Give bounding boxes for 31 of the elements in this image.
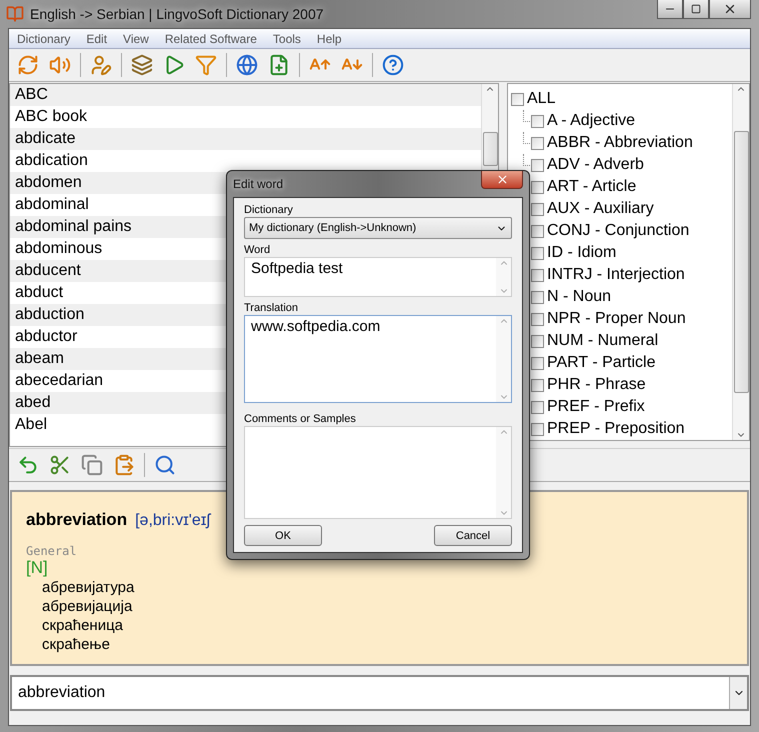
domain-label: General xyxy=(26,544,78,558)
tree-item-label: PREF - Prefix xyxy=(547,398,645,416)
tree-item-label: ID - Idiom xyxy=(547,244,616,262)
translation-text: абревијација xyxy=(41,597,134,616)
field-label: Comments or Samples xyxy=(244,413,357,425)
tree-item-label: ADV - Adverb xyxy=(547,156,644,174)
translation-text: скраћење xyxy=(41,635,111,654)
field-label: Dictionary xyxy=(244,204,294,216)
tree-item-label: N - Noun xyxy=(547,288,612,306)
tree-item-label: PART - Particle xyxy=(547,354,656,372)
window-title: English -> Serbian | LingvoSoft Dictionary 2007 xyxy=(30,6,324,22)
field-label: Translation xyxy=(244,302,300,314)
tree-item-label: NPR - Proper Noun xyxy=(547,310,686,328)
tree-item-label: PREP - Preposition xyxy=(547,420,685,438)
search-value: abbreviation xyxy=(17,683,106,703)
pronunciation: [ə,bri:vɪ'eɪʃ xyxy=(135,512,210,530)
headword: abbreviation xyxy=(26,510,128,530)
tree-item-label: PHR - Phrase xyxy=(547,376,646,394)
tree-item-label: A - Adjective xyxy=(547,112,636,130)
translation-text: абревијатура xyxy=(41,578,136,597)
field-label: Word xyxy=(244,244,272,256)
tree-item-label: CONJ - Conjunction xyxy=(547,222,690,240)
dialog-title: Edit word xyxy=(233,177,284,191)
tree-item-label: NUM - Numeral xyxy=(547,332,658,350)
tree-item-label: ART - Article xyxy=(547,178,636,196)
part-of-speech: [N] xyxy=(26,558,49,578)
translation-text: скраћеница xyxy=(41,616,124,635)
tree-item-label: ALL xyxy=(527,90,556,108)
tree-item-label: ABBR - Abbreviation xyxy=(547,134,693,152)
tree-item-label: AUX - Auxiliary xyxy=(547,200,654,218)
tree-item-label: INTRJ - Interjection xyxy=(547,266,685,284)
